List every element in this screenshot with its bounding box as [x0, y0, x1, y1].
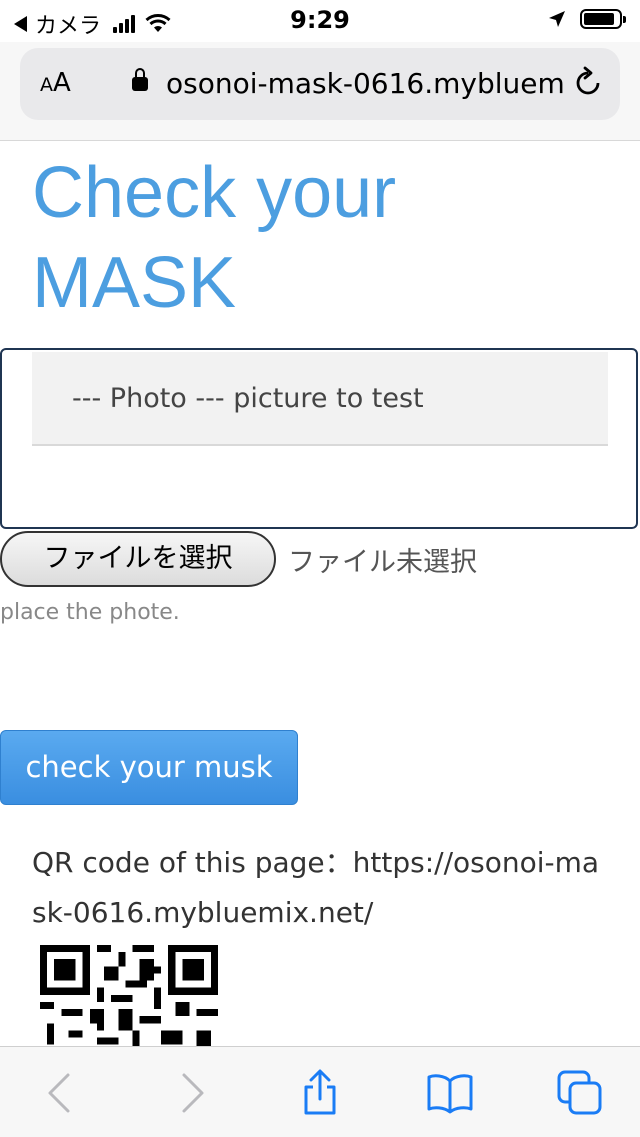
check-mask-button[interactable]: check your musk	[0, 730, 298, 805]
forward-icon[interactable]	[166, 1069, 214, 1117]
clock: 9:29	[290, 6, 350, 34]
text-size-button[interactable]: AA	[40, 68, 71, 98]
battery-icon	[580, 9, 626, 29]
page-title: Check your MASK	[32, 153, 397, 323]
hint-text: place the phote.	[0, 600, 180, 625]
file-input-row: ファイルを選択 ファイル未選択	[0, 530, 477, 588]
back-icon[interactable]	[38, 1069, 86, 1117]
address-bar-area: AA osonoi-mask-0616.mybluemix.net	[0, 42, 640, 141]
status-bar: カメラ 9:29	[0, 0, 640, 42]
lock-icon	[132, 68, 148, 91]
bookmarks-icon[interactable]	[426, 1069, 474, 1117]
share-icon[interactable]	[296, 1069, 344, 1117]
file-status: ファイル未選択	[288, 546, 477, 578]
browser-toolbar	[0, 1046, 640, 1137]
tabs-icon[interactable]	[556, 1069, 604, 1117]
qr-description: QR code of this page：https://osonoi-mask…	[32, 846, 600, 929]
reload-icon[interactable]	[570, 65, 606, 101]
url-text[interactable]: osonoi-mask-0616.mybluemix.net	[166, 67, 566, 100]
choose-file-button[interactable]: ファイルを選択	[0, 531, 276, 587]
photo-select[interactable]: --- Photo --- picture to test	[32, 352, 608, 446]
location-icon	[549, 11, 565, 27]
address-bar[interactable]: AA osonoi-mask-0616.mybluemix.net	[20, 48, 620, 120]
